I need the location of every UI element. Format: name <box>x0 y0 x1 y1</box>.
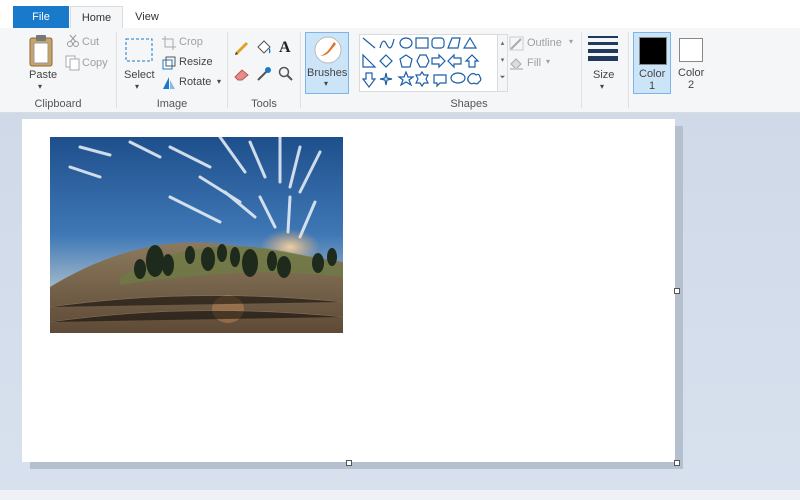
select-dropdown-icon[interactable]: ▾ <box>135 82 139 91</box>
divider <box>628 32 629 108</box>
resize-handle-corner[interactable] <box>674 460 680 466</box>
ribbon: Paste ▾ Cut Copy Clipboard Select ▾ Crop… <box>0 28 800 113</box>
rotate-icon <box>162 76 176 93</box>
shapes-group-label: Shapes <box>450 98 488 110</box>
tools-group: A Tools <box>228 28 300 112</box>
divider <box>300 32 301 108</box>
cut-button[interactable]: Cut <box>82 36 99 48</box>
size-button[interactable]: Size ▾ <box>582 28 626 112</box>
outline-icon <box>509 36 524 54</box>
tools-group-label: Tools <box>251 98 277 110</box>
color2-label: Color <box>678 67 705 79</box>
clipboard-group-label: Clipboard <box>34 98 82 110</box>
scissors-icon <box>66 34 80 51</box>
paste-icon <box>28 34 56 71</box>
image-group-label: Image <box>156 98 188 110</box>
resize-icon <box>162 56 176 73</box>
pencil-icon[interactable] <box>234 40 250 59</box>
copy-icon <box>65 55 81 74</box>
paste-button[interactable]: Paste <box>29 69 57 81</box>
crop-button[interactable]: Crop <box>179 36 203 48</box>
outline-dropdown-icon[interactable]: ▾ <box>569 37 573 46</box>
color-picker-icon[interactable] <box>256 66 272 85</box>
brushes-button[interactable]: Brushes ▾ <box>305 32 349 94</box>
select-icon <box>125 38 153 65</box>
color2-number: 2 <box>688 79 695 91</box>
landscape-photo[interactable] <box>50 137 343 333</box>
magnifier-icon[interactable] <box>278 66 294 85</box>
image-group: Select ▾ Crop Resize Rotate ▾ Image <box>117 28 227 112</box>
status-strip <box>0 490 800 500</box>
tab-file[interactable]: File <box>13 6 69 28</box>
fill-button[interactable]: Fill <box>527 57 541 69</box>
color1-label: Color <box>639 68 666 80</box>
color2-swatch <box>679 38 703 62</box>
line-size-icon <box>588 35 618 64</box>
fill-bucket-icon[interactable] <box>255 39 273 60</box>
size-dropdown-icon: ▾ <box>600 82 605 91</box>
shapes-group: ▴ ▾ ⏷ Outline ▾ Fill ▾ Shapes <box>357 28 581 112</box>
shapes-gallery[interactable] <box>359 34 499 92</box>
shapes-scrollbar[interactable]: ▴ ▾ ⏷ <box>497 34 508 92</box>
resize-button[interactable]: Resize <box>179 56 213 68</box>
select-button[interactable]: Select <box>124 69 155 81</box>
size-label: Size <box>593 69 615 81</box>
color2-button[interactable]: Color 2 <box>673 32 711 94</box>
eraser-icon[interactable] <box>234 67 250 84</box>
color1-button[interactable]: Color 1 <box>633 32 671 94</box>
tab-view[interactable]: View <box>124 6 170 28</box>
fill-icon <box>509 56 524 74</box>
text-icon[interactable]: A <box>279 39 291 57</box>
ribbon-tab-bar: File Home View <box>0 0 800 29</box>
color1-swatch <box>639 37 667 65</box>
brushes-dropdown-icon: ▾ <box>324 79 329 88</box>
copy-button[interactable]: Copy <box>82 57 108 69</box>
crop-icon <box>162 36 176 53</box>
outline-button[interactable]: Outline <box>527 37 562 49</box>
clipboard-group: Paste ▾ Cut Copy Clipboard <box>0 28 116 112</box>
brush-icon <box>314 36 342 67</box>
rotate-button[interactable]: Rotate <box>179 76 211 88</box>
tab-home[interactable]: Home <box>70 6 123 29</box>
rotate-dropdown-icon[interactable]: ▾ <box>217 77 221 86</box>
resize-handle-right[interactable] <box>674 288 680 294</box>
color1-number: 1 <box>649 80 656 92</box>
resize-handle-bottom[interactable] <box>346 460 352 466</box>
brushes-label: Brushes <box>307 67 348 79</box>
paste-dropdown-icon[interactable]: ▾ <box>38 82 42 91</box>
fill-dropdown-icon[interactable]: ▾ <box>546 57 550 66</box>
